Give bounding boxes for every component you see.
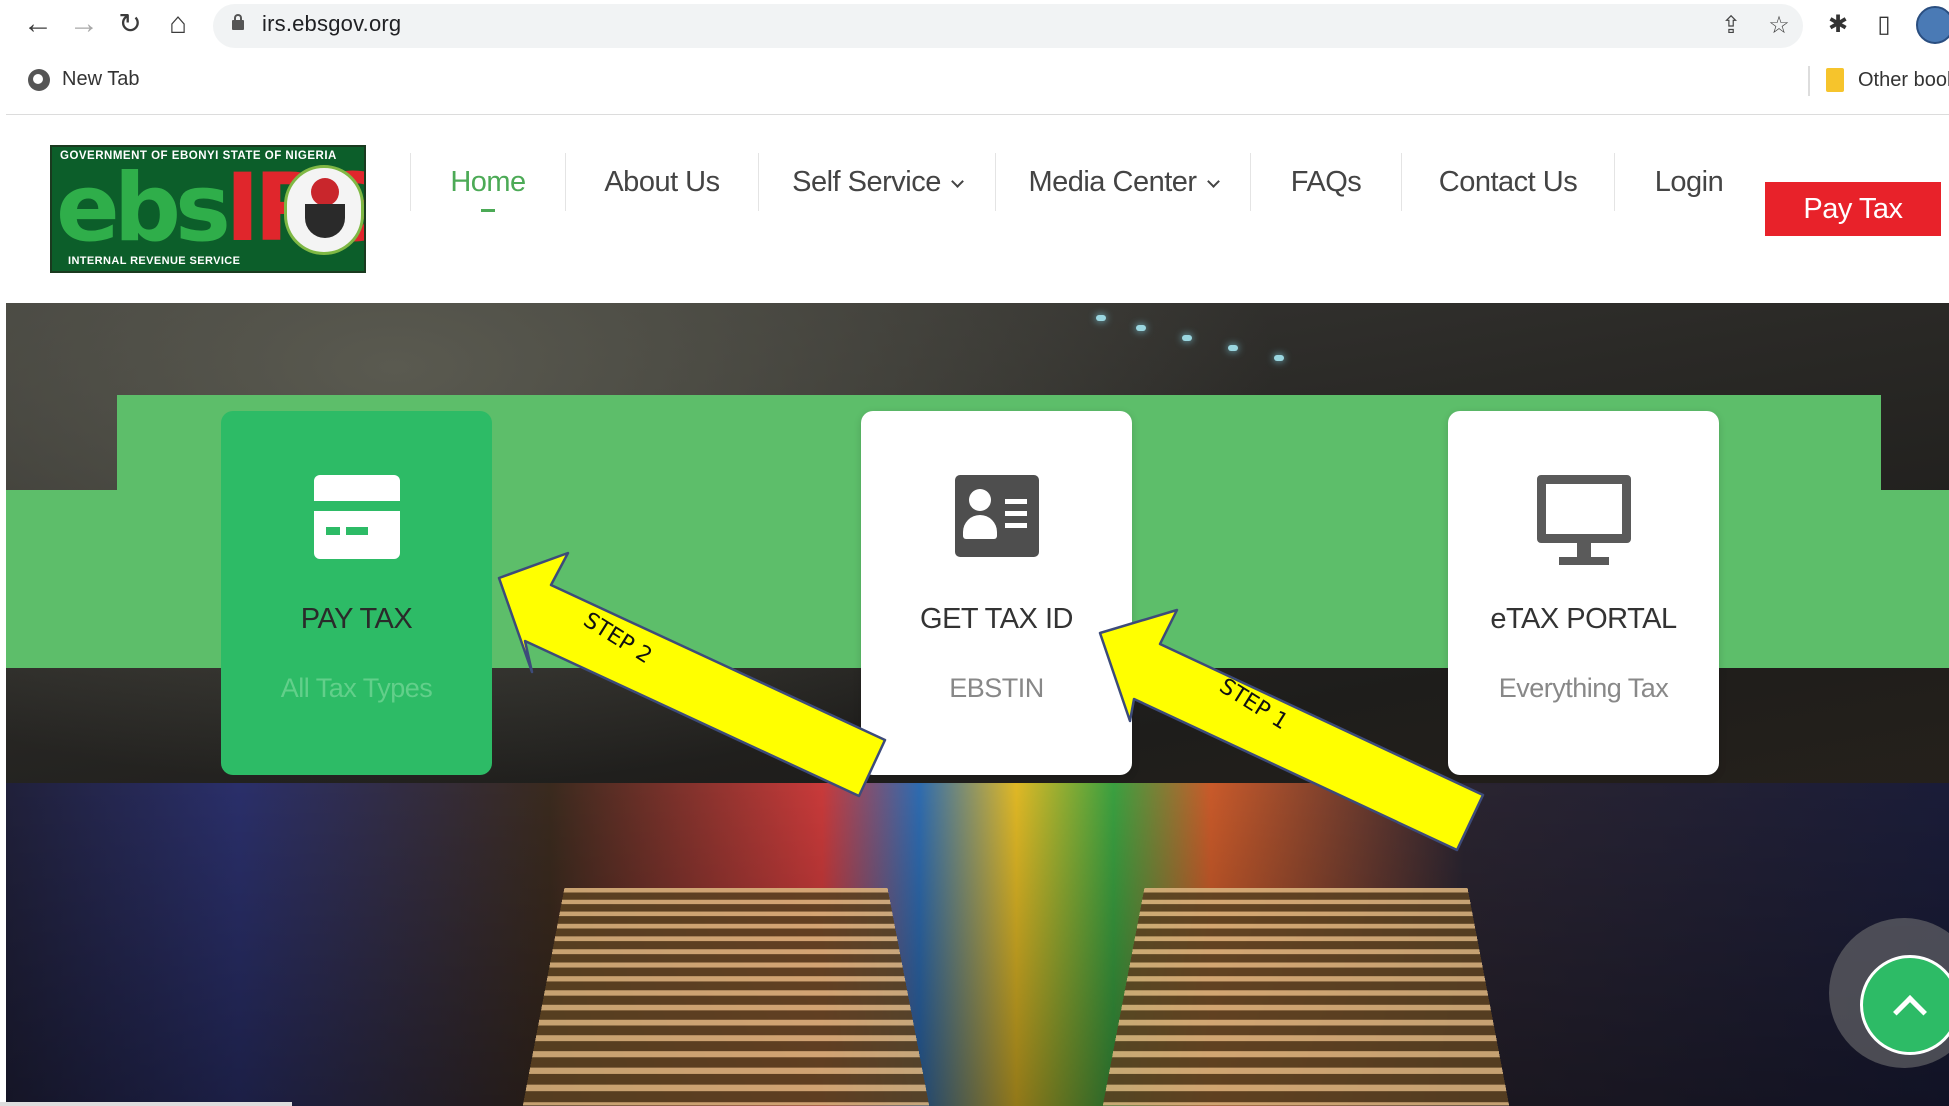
chevron-down-icon [950,174,964,188]
bookmark-new-tab-label: New Tab [62,68,140,90]
service-card-subtitle: All Tax Types [280,673,433,703]
profile-avatar[interactable] [1916,6,1949,44]
credit-card-icon [313,475,400,559]
service-card-subtitle: Everything Tax [1498,673,1669,703]
other-bookmarks-label: Other bool [1858,68,1949,91]
ceiling-light [1228,345,1238,351]
bookmarks-bar: New Tab Other bool [0,58,1949,104]
service-card-title: PAY TAX [300,603,413,635]
service-card-get-tax-id[interactable]: GET TAX ID EBSTIN [861,411,1132,775]
nav-login[interactable]: Login [1615,147,1763,217]
bookmark-new-tab[interactable]: New Tab [28,68,139,91]
service-card-etax-portal[interactable]: eTAX PORTAL Everything Tax [1448,411,1719,775]
home-icon[interactable]: ⌂ [160,6,196,42]
id-card-icon [954,475,1039,557]
ceiling-light [1182,335,1192,341]
nav-about-us[interactable]: About Us [566,147,758,217]
scroll-to-top-button[interactable] [1860,955,1949,1055]
nav-self-service[interactable]: Self Service [759,147,995,217]
monitor-icon [1536,475,1631,571]
coat-of-arms-icon [284,165,364,255]
service-card-subtitle: EBSTIN [949,673,1044,703]
nav-self-service-label: Self Service [792,165,941,198]
ceiling-light [1136,325,1146,331]
ebsirs-logo[interactable]: GOVERNMENT OF EBONYI STATE OF NIGERIA eb… [50,145,366,273]
chevron-up-icon [1893,995,1927,1029]
side-panel-icon[interactable]: ▯ [1868,8,1900,40]
other-bookmarks[interactable]: Other bool [1826,68,1949,92]
nav-media-center[interactable]: Media Center [996,147,1250,217]
nav-contact-us[interactable]: Contact Us [1402,147,1614,217]
star-icon[interactable]: ☆ [1764,10,1794,40]
main-nav: Home About Us Self Service Media Center … [410,147,1763,217]
reload-icon[interactable]: ↻ [112,6,148,42]
bookmarks-separator [1808,66,1810,96]
url-text[interactable]: irs.ebsgov.org [262,11,401,37]
address-bar[interactable] [213,4,1803,48]
chevron-down-icon [1206,174,1220,188]
forward-arrow-icon[interactable]: → [66,6,102,42]
extensions-icon[interactable]: ✱ [1822,8,1854,40]
hero-background-image [6,783,1949,1106]
folder-icon [1826,68,1844,92]
hero-stairs-left [522,888,930,1106]
hero-stairs-right [1102,888,1510,1106]
browser-toolbar: ← → ↻ ⌂ irs.ebsgov.org ⇪ ☆ ✱ ▯ [0,0,1949,50]
back-arrow-icon[interactable]: ← [20,6,56,42]
nav-media-center-label: Media Center [1028,165,1197,198]
hero-section: PAY TAX All Tax Types GET TAX ID EBSTIN … [6,303,1949,1106]
site-header: GOVERNMENT OF EBONYI STATE OF NIGERIA eb… [0,115,1949,303]
service-card-pay-tax[interactable]: PAY TAX All Tax Types [221,411,492,775]
lock-icon[interactable] [232,14,244,30]
logo-bottom-text: INTERNAL REVENUE SERVICE [68,255,241,267]
share-icon[interactable]: ⇪ [1716,10,1746,40]
page-bottom-strip [0,1102,292,1106]
nav-home[interactable]: Home [411,147,565,217]
ceiling-light [1096,315,1106,321]
pay-tax-button[interactable]: Pay Tax [1765,182,1941,236]
ceiling-light [1274,355,1284,361]
globe-icon [28,68,50,91]
service-card-title: eTAX PORTAL [1490,603,1677,635]
service-card-title: GET TAX ID [920,603,1073,635]
nav-faqs[interactable]: FAQs [1251,147,1401,217]
